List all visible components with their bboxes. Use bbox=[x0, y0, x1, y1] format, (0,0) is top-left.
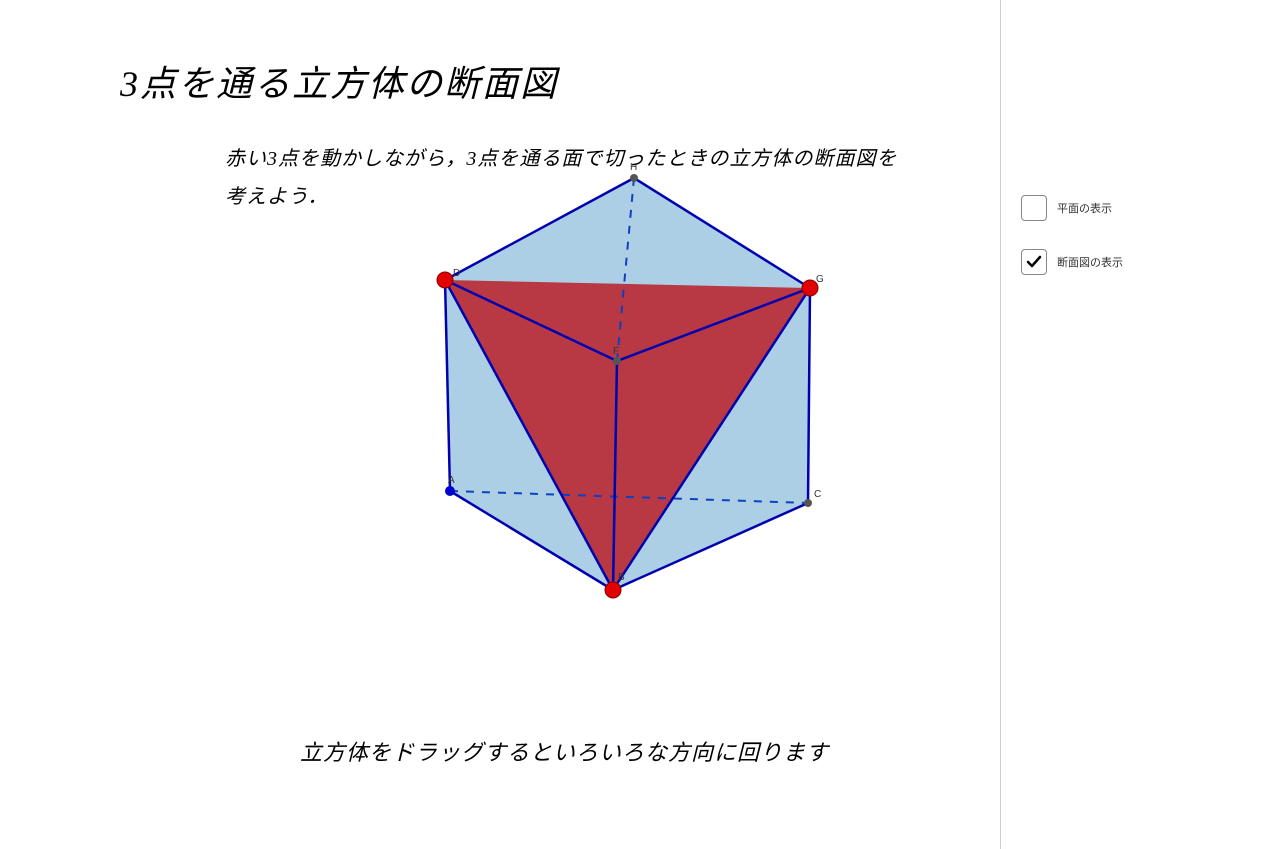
cube-diagram[interactable]: A B C D H F G bbox=[0, 0, 1000, 849]
vertex-h bbox=[630, 174, 638, 182]
vertex-f bbox=[613, 357, 621, 365]
vertex-label-c: C bbox=[814, 489, 821, 500]
side-panel: 平面の表示 断面図の表示 bbox=[1000, 0, 1264, 849]
checkmark-icon bbox=[1026, 254, 1042, 270]
vertex-a bbox=[445, 486, 455, 496]
vertex-label-a: A bbox=[448, 475, 455, 486]
vertex-label-g: G bbox=[816, 274, 824, 285]
main-panel: 3点を通る立方体の断面図 赤い3点を動かしながら，3点を通る面で切ったときの立方… bbox=[0, 0, 1000, 849]
draggable-point-d[interactable] bbox=[437, 272, 453, 288]
checkbox-row-plane: 平面の表示 bbox=[1021, 195, 1264, 221]
vertex-label-d: D bbox=[453, 268, 460, 279]
vertex-c bbox=[804, 499, 812, 507]
hint-text: 立方体をドラッグするといろいろな方向に回ります bbox=[300, 735, 829, 767]
draggable-point-b[interactable] bbox=[605, 582, 621, 598]
checkbox-row-cross-section: 断面図の表示 bbox=[1021, 249, 1264, 275]
checkbox-plane[interactable] bbox=[1021, 195, 1047, 221]
checkbox-plane-label: 平面の表示 bbox=[1057, 200, 1112, 216]
vertex-label-f: F bbox=[613, 346, 619, 357]
vertex-label-b: B bbox=[618, 572, 625, 583]
vertex-label-h: H bbox=[630, 162, 637, 173]
checkbox-cross-section[interactable] bbox=[1021, 249, 1047, 275]
checkbox-cross-section-label: 断面図の表示 bbox=[1057, 254, 1123, 270]
